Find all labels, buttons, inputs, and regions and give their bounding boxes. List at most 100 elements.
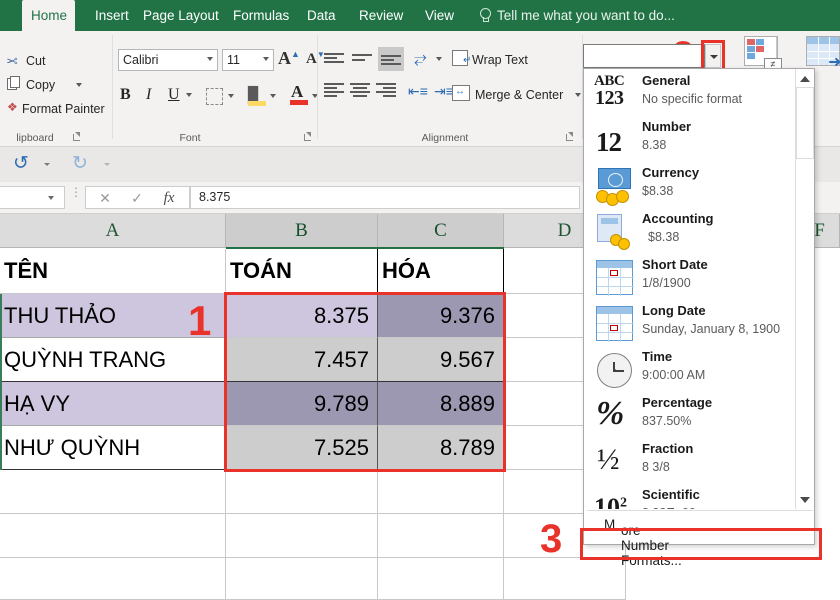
column-header-a[interactable]: A [0, 214, 226, 248]
cell-a1[interactable]: TÊN [0, 249, 226, 294]
merge-center-dropdown-arrow-icon[interactable] [575, 93, 581, 97]
cancel-formula-icon[interactable]: ✕ [90, 188, 120, 209]
align-middle-icon[interactable] [352, 51, 372, 67]
redo-icon[interactable]: ↻ [72, 154, 88, 173]
wrap-text-button[interactable]: Wrap Text [472, 51, 528, 69]
font-dialog-launcher[interactable] [303, 132, 313, 142]
cell-c3[interactable]: 9.567 [378, 338, 504, 382]
cell-b2[interactable]: 8.375 [226, 294, 378, 338]
increase-font-size-icon[interactable]: A▲ [278, 48, 300, 69]
decrease-indent-icon[interactable]: ⇤≡ [408, 83, 428, 100]
font-name-dropdown-arrow-icon[interactable] [207, 57, 213, 61]
orientation-dropdown-arrow-icon[interactable] [436, 57, 442, 61]
copy-icon[interactable] [7, 76, 20, 90]
insert-function-icon[interactable]: fx [154, 188, 184, 209]
cell-a6[interactable] [0, 470, 226, 514]
name-box[interactable] [0, 186, 65, 209]
fill-color-icon[interactable]: ▉ [248, 86, 266, 108]
decrease-font-size-icon[interactable]: A▼ [306, 50, 325, 68]
cell-b4[interactable]: 9.789 [226, 382, 378, 426]
clipboard-dialog-launcher[interactable] [72, 132, 82, 142]
dropdown-item-title: Accounting [642, 211, 714, 226]
tab-page-layout[interactable]: Page Layout [134, 0, 228, 31]
format-painter-button[interactable]: Format Painter [22, 100, 105, 118]
align-bottom-icon[interactable] [378, 47, 404, 71]
cell-b5[interactable]: 7.525 [226, 426, 378, 470]
cell-c2[interactable]: 9.376 [378, 294, 504, 338]
tab-insert[interactable]: Insert [86, 0, 138, 31]
merge-center-icon[interactable]: ↔ [452, 85, 470, 101]
cell-c4[interactable]: 8.889 [378, 382, 504, 426]
scrollbar-thumb[interactable] [796, 87, 814, 159]
cell-c5[interactable]: 8.789 [378, 426, 504, 470]
borders-dropdown-arrow-icon[interactable] [228, 94, 234, 98]
orientation-icon[interactable]: ⥂ [414, 50, 427, 68]
cell-c1[interactable]: HÓA [378, 249, 504, 294]
format-painter-icon[interactable] [7, 100, 23, 116]
align-center-icon[interactable] [350, 83, 370, 101]
increase-indent-icon[interactable]: ⇥≡ [434, 83, 454, 100]
cut-icon[interactable] [6, 53, 22, 69]
row-selection-edge [0, 294, 2, 470]
font-color-icon[interactable]: A [290, 82, 308, 108]
cell-a5[interactable]: NHƯ QUỲNH [0, 426, 226, 470]
dropdown-item-title: Time [642, 349, 673, 364]
font-name-input[interactable]: Calibri [118, 49, 218, 71]
confirm-formula-icon[interactable]: ✓ [122, 188, 152, 209]
column-header-b[interactable]: B [226, 214, 378, 248]
cell-b3[interactable]: 7.457 [226, 338, 378, 382]
bold-button[interactable]: B [120, 86, 131, 104]
cell-a7[interactable] [0, 514, 226, 558]
tab-view[interactable]: View [416, 0, 463, 31]
tab-home[interactable]: Home [22, 0, 75, 31]
merge-center-button[interactable]: Merge & Center [475, 86, 563, 104]
cell-a3[interactable]: QUỲNH TRANG [0, 338, 226, 382]
copy-dropdown-arrow-icon[interactable] [76, 83, 82, 87]
fraction-icon: ½ [597, 443, 620, 476]
dropdown-scrollbar[interactable] [795, 69, 814, 509]
scroll-down-arrow-icon[interactable] [796, 491, 814, 509]
cell-b8[interactable] [226, 558, 378, 600]
align-right-icon[interactable] [376, 83, 396, 101]
cell-c7[interactable] [378, 514, 504, 558]
scroll-up-arrow-icon[interactable] [796, 69, 814, 87]
column-header-c[interactable]: C [378, 214, 504, 248]
cell-b6[interactable] [226, 470, 378, 514]
formula-input[interactable]: 8.375 [190, 186, 580, 209]
cell-a4[interactable]: HẠ VY [0, 382, 226, 426]
tab-data[interactable]: Data [298, 0, 345, 31]
fill-color-dropdown-arrow-icon[interactable] [270, 94, 276, 98]
undo-dropdown-arrow-icon[interactable] [44, 163, 50, 166]
font-size-dropdown-arrow-icon[interactable] [263, 57, 269, 61]
align-left-icon[interactable] [324, 83, 344, 101]
redo-dropdown-arrow-icon[interactable] [104, 163, 110, 166]
underline-dropdown-arrow-icon[interactable] [186, 93, 192, 97]
wrap-text-icon[interactable]: ↵ [452, 50, 471, 66]
tell-me-box[interactable]: Tell me what you want to do... [497, 0, 675, 31]
align-top-icon[interactable] [324, 51, 344, 67]
dropdown-item-scientific[interactable]: 102 Scientific 8.38E+00 [584, 483, 797, 509]
alignment-dialog-launcher[interactable] [565, 132, 575, 142]
undo-icon[interactable]: ↺ [13, 154, 29, 173]
abc123-icon: ABC 123 [594, 73, 625, 109]
cell-a8[interactable] [0, 558, 226, 600]
tab-formulas[interactable]: Formulas [224, 0, 298, 31]
dropdown-item-sub: 8.38 [642, 138, 667, 152]
scientific-icon: 102 [594, 493, 627, 509]
copy-button[interactable]: Copy [26, 76, 55, 94]
cell-c6[interactable] [378, 470, 504, 514]
cell-b7[interactable] [226, 514, 378, 558]
scrollbar-track[interactable] [796, 87, 814, 491]
number-format-box[interactable] [583, 44, 705, 68]
tab-review[interactable]: Review [350, 0, 412, 31]
underline-button[interactable]: U [168, 86, 180, 104]
cut-button[interactable]: Cut [26, 52, 45, 70]
name-box-dropdown-arrow-icon[interactable] [48, 196, 54, 200]
expand-handle[interactable]: ⋮ [70, 186, 82, 206]
cell-c8[interactable] [378, 558, 504, 600]
dropdown-item-title: Fraction [642, 441, 694, 456]
italic-button[interactable]: I [146, 86, 151, 104]
borders-icon[interactable] [206, 88, 223, 105]
cell-b1[interactable]: TOÁN [226, 249, 378, 294]
cell-d8[interactable] [504, 558, 626, 600]
